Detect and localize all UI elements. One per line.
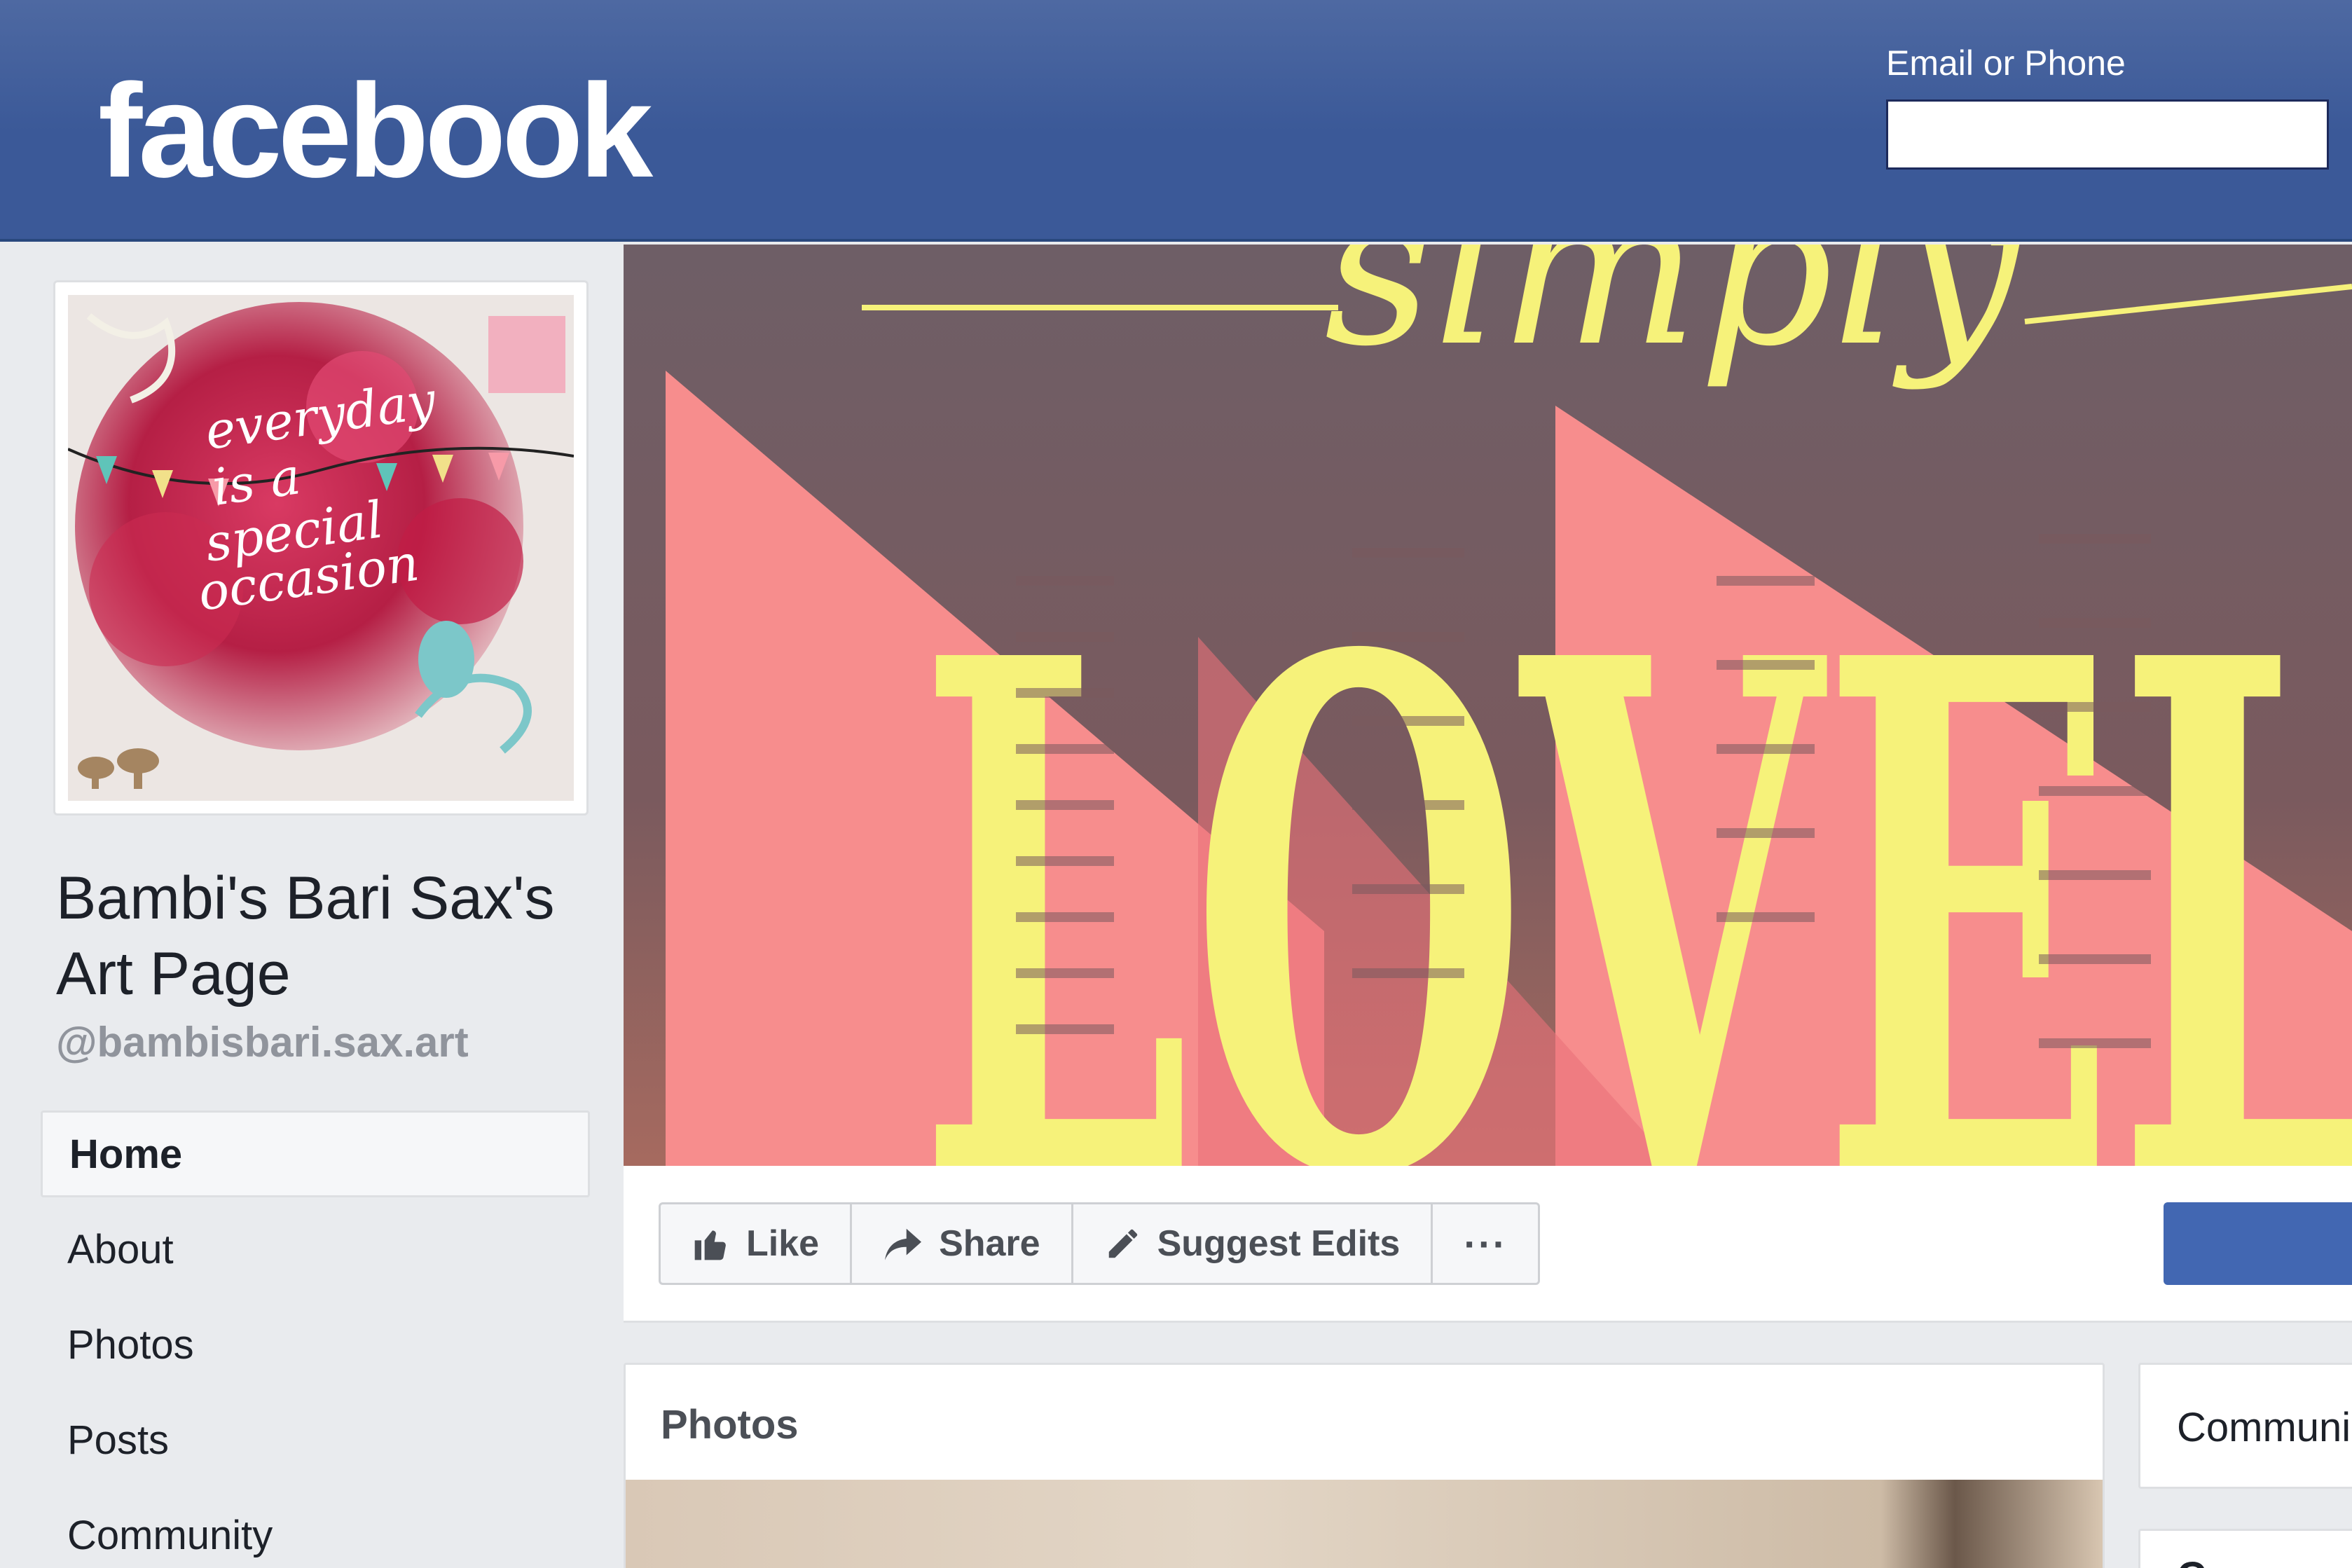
community-card-secondary-title[interactable]: Community <box>2177 1553 2352 1568</box>
cover-script-text: simply <box>1324 245 2022 392</box>
action-button-group: Like Share Suggest Edits ··· <box>659 1202 1541 1285</box>
cover-block-text: LOVEL <box>918 508 2352 1166</box>
suggest-edits-label: Suggest Edits <box>1157 1223 1401 1264</box>
nav-item-posts[interactable]: Posts <box>41 1396 590 1483</box>
photos-card: Photos <box>624 1363 2105 1568</box>
nav-item-home[interactable]: Home <box>41 1110 590 1197</box>
email-or-phone-field[interactable] <box>1886 99 2329 170</box>
page-nav: Home About Photos Posts Community <box>41 1110 590 1568</box>
more-options-button[interactable]: ··· <box>1433 1204 1538 1283</box>
community-card-secondary: Community <box>2138 1529 2352 1568</box>
share-label: Share <box>939 1223 1040 1264</box>
photo-thumbnail[interactable] <box>626 1480 2103 1568</box>
pencil-icon <box>1104 1225 1142 1263</box>
community-card-title[interactable]: Communi <box>2177 1404 2351 1451</box>
page-title: Bambi's Bari Sax's Art Page <box>56 865 555 1007</box>
profile-picture-image: everyday is a special occasion <box>68 295 574 801</box>
share-arrow-icon <box>883 1225 923 1262</box>
thumbs-up-icon <box>692 1224 731 1263</box>
suggest-edits-button[interactable]: Suggest Edits <box>1073 1204 1433 1283</box>
nav-item-community[interactable]: Community <box>41 1492 590 1568</box>
nav-item-photos[interactable]: Photos <box>41 1301 590 1388</box>
top-bar: facebook Email or Phone <box>0 0 2352 242</box>
photos-card-title[interactable]: Photos <box>661 1401 799 1448</box>
primary-action-button[interactable] <box>2164 1202 2352 1285</box>
page-action-bar: Like Share Suggest Edits ··· <box>624 1166 2352 1323</box>
like-button[interactable]: Like <box>661 1204 853 1283</box>
email-or-phone-label: Email or Phone <box>1886 43 2126 83</box>
page-root: facebook Email or Phone everyday is a sp… <box>0 0 2352 1568</box>
cover-photo[interactable]: simply LOVEL <box>624 245 2352 1166</box>
page-username[interactable]: @bambisbari.sax.art <box>56 1016 469 1069</box>
facebook-logo[interactable]: facebook <box>98 64 653 198</box>
share-button[interactable]: Share <box>852 1204 1073 1283</box>
more-dots-icon: ··· <box>1464 1221 1508 1266</box>
profile-picture[interactable]: everyday is a special occasion <box>53 280 589 816</box>
like-label: Like <box>746 1223 820 1264</box>
nav-item-about[interactable]: About <box>41 1206 590 1293</box>
community-card: Communi <box>2138 1363 2352 1489</box>
